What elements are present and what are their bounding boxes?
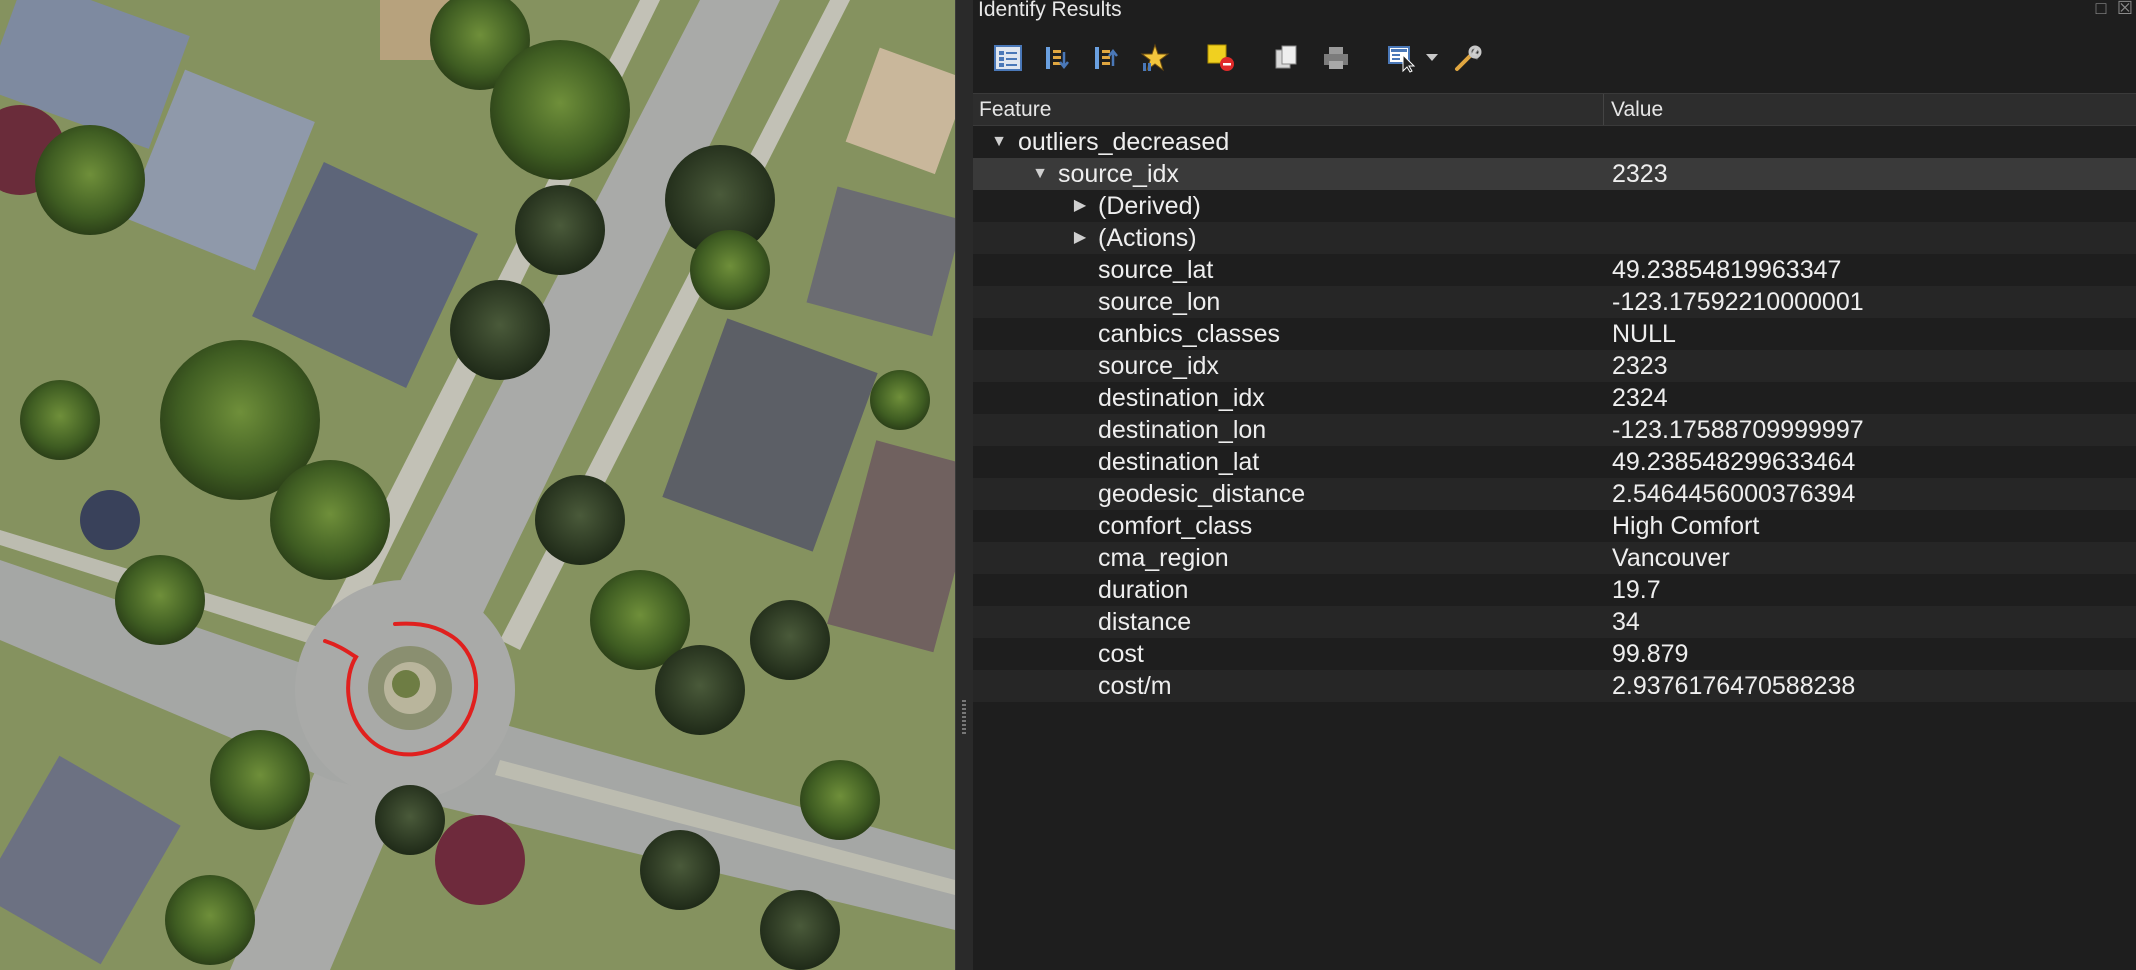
attribute-value: 34 bbox=[1612, 608, 1640, 636]
attribute-name: source_lon bbox=[1098, 288, 1221, 316]
attribute-value: 2.5464456000376394 bbox=[1612, 480, 1856, 508]
attribute-value: 19.7 bbox=[1612, 576, 1661, 604]
attribute-name: geodesic_distance bbox=[1098, 480, 1306, 508]
panel-title: Identify Results bbox=[978, 0, 1122, 21]
attribute-row[interactable]: destination_lat 49.238548299633464 bbox=[973, 446, 2136, 478]
attribute-name: destination_lat bbox=[1098, 448, 1260, 476]
attribute-value: -123.17588709999997 bbox=[1612, 416, 1864, 444]
attribute-row[interactable]: canbics_classes NULL bbox=[973, 318, 2136, 350]
attribute-row[interactable]: distance 34 bbox=[973, 606, 2136, 638]
value-column-header[interactable]: Value bbox=[1604, 94, 2136, 125]
attribute-row[interactable]: source_idx 2323 bbox=[973, 350, 2136, 382]
attribute-value: NULL bbox=[1612, 320, 1676, 348]
attribute-row[interactable]: comfort_class High Comfort bbox=[973, 510, 2136, 542]
attribute-row[interactable]: destination_idx 2324 bbox=[973, 382, 2136, 414]
panel-splitter[interactable] bbox=[955, 0, 974, 970]
aerial-imagery bbox=[0, 0, 955, 970]
attribute-value: Vancouver bbox=[1612, 544, 1730, 572]
actions-group[interactable]: ▶ (Actions) bbox=[973, 222, 2136, 254]
layer-node[interactable]: ▼ outliers_decreased bbox=[973, 126, 2136, 158]
feature-node-name: source_idx bbox=[1058, 160, 1179, 188]
feature-column-header[interactable]: Feature bbox=[973, 94, 1604, 125]
attribute-row[interactable]: duration 19.7 bbox=[973, 574, 2136, 606]
attribute-name: destination_lon bbox=[1098, 416, 1267, 444]
clear-selection-icon[interactable] bbox=[1201, 38, 1241, 78]
attribute-row[interactable]: cost/m 2.9376176470588238 bbox=[973, 670, 2136, 702]
splitter-grip[interactable] bbox=[962, 700, 966, 736]
attribute-value: 2324 bbox=[1612, 384, 1668, 412]
identify-mode-icon[interactable] bbox=[1382, 38, 1422, 78]
attribute-name: canbics_classes bbox=[1098, 320, 1281, 348]
feature-node-value: 2323 bbox=[1612, 160, 1668, 188]
attribute-row[interactable]: source_lat 49.23854819963347 bbox=[973, 254, 2136, 286]
identify-toolbar bbox=[988, 38, 1497, 78]
attribute-value: 2.9376176470588238 bbox=[1612, 672, 1856, 700]
attribute-row[interactable]: destination_lon -123.17588709999997 bbox=[973, 414, 2136, 446]
group-label: (Derived) bbox=[1098, 192, 1201, 220]
attribute-row[interactable]: cma_region Vancouver bbox=[973, 542, 2136, 574]
feature-node[interactable]: ▼ source_idx 2323 bbox=[973, 158, 2136, 190]
close-panel-icon[interactable]: ☒ bbox=[2116, 0, 2134, 18]
settings-icon[interactable] bbox=[1448, 38, 1488, 78]
attribute-row[interactable]: geodesic_distance 2.5464456000376394 bbox=[973, 478, 2136, 510]
attribute-name: destination_idx bbox=[1098, 384, 1265, 412]
chevron-down-icon[interactable]: ▼ bbox=[989, 126, 1009, 158]
identify-results-panel: Identify Results □ ☒ Feature Value ▼ out… bbox=[973, 0, 2136, 970]
chevron-right-icon[interactable]: ▶ bbox=[1070, 190, 1090, 222]
derived-group[interactable]: ▶ (Derived) bbox=[973, 190, 2136, 222]
float-panel-icon[interactable]: □ bbox=[2092, 0, 2110, 18]
attribute-row[interactable]: cost 99.879 bbox=[973, 638, 2136, 670]
attribute-row[interactable]: source_lon -123.17592210000001 bbox=[973, 286, 2136, 318]
chevron-right-icon[interactable]: ▶ bbox=[1070, 222, 1090, 254]
attribute-name: distance bbox=[1098, 608, 1192, 636]
expand-all-icon[interactable] bbox=[1037, 38, 1077, 78]
attribute-value: 49.23854819963347 bbox=[1612, 256, 1842, 284]
attribute-value: High Comfort bbox=[1612, 512, 1760, 540]
attribute-value: -123.17592210000001 bbox=[1612, 288, 1864, 316]
attribute-name: comfort_class bbox=[1098, 512, 1253, 540]
map-canvas[interactable] bbox=[0, 0, 955, 970]
table-header: Feature Value bbox=[973, 93, 2136, 126]
expand-tree-icon[interactable] bbox=[988, 38, 1028, 78]
attribute-name: cost/m bbox=[1098, 672, 1172, 700]
layer-name: outliers_decreased bbox=[1018, 128, 1230, 156]
attribute-name: cost bbox=[1098, 640, 1144, 668]
group-label: (Actions) bbox=[1098, 224, 1197, 252]
dropdown-icon[interactable] bbox=[1424, 38, 1440, 78]
collapse-all-icon[interactable] bbox=[1086, 38, 1126, 78]
identify-results-table: Feature Value ▼ outliers_decreased ▼ sou… bbox=[973, 93, 2136, 702]
attribute-value: 99.879 bbox=[1612, 640, 1689, 668]
highlight-icon[interactable] bbox=[1135, 38, 1175, 78]
results-tree: ▼ outliers_decreased ▼ source_idx 2323 ▶… bbox=[973, 126, 2136, 702]
chevron-down-icon[interactable]: ▼ bbox=[1030, 158, 1050, 190]
attribute-value: 2323 bbox=[1612, 352, 1668, 380]
copy-icon[interactable] bbox=[1267, 38, 1307, 78]
attribute-name: cma_region bbox=[1098, 544, 1229, 572]
print-icon[interactable] bbox=[1316, 38, 1356, 78]
attribute-value: 49.238548299633464 bbox=[1612, 448, 1856, 476]
title-controls: □ ☒ bbox=[2092, 0, 2134, 18]
attribute-name: source_lat bbox=[1098, 256, 1214, 284]
attribute-name: duration bbox=[1098, 576, 1189, 604]
attribute-name: source_idx bbox=[1098, 352, 1219, 380]
